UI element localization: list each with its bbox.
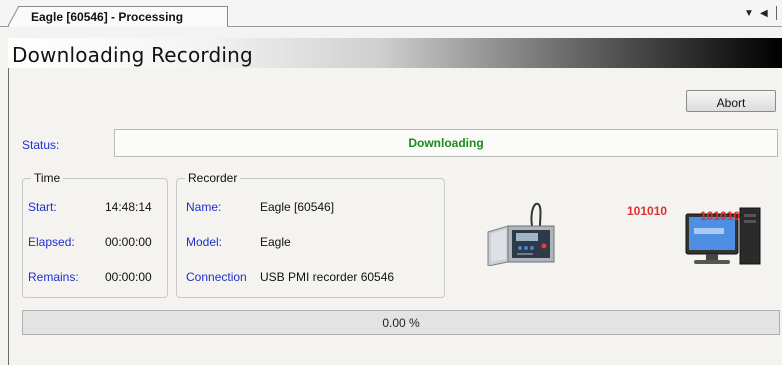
transfer-bits-right: 101010 [700, 209, 741, 223]
recorder-connection-value: USB PMI recorder 60546 [260, 270, 395, 284]
abort-button[interactable]: Abort [686, 90, 776, 112]
page-title: Downloading Recording [12, 43, 253, 67]
download-progress-bar: 0.00 % [22, 310, 780, 335]
start-label: Start: [28, 200, 57, 214]
remains-label: Remains: [28, 270, 79, 284]
progress-text: 0.00 % [382, 316, 420, 330]
recorder-device-icon [487, 202, 555, 266]
elapsed-value: 00:00:00 [105, 235, 152, 249]
tab-eagle-processing[interactable]: Eagle [60546] - Processing [8, 6, 228, 27]
recorder-group-legend: Recorder [185, 171, 241, 185]
recorder-name-label: Name: [186, 200, 222, 214]
tab-edge [8, 6, 20, 26]
time-group-legend: Time [31, 171, 64, 185]
scroll-left-icon[interactable]: ◀ [760, 8, 768, 19]
recorder-group: Recorder Name: Eagle [60546] Model: Eagl… [176, 171, 445, 298]
tab-strip-divider [776, 6, 777, 20]
recorder-connection-label: Connection [186, 270, 247, 284]
recorder-model-value: Eagle [260, 235, 291, 249]
status-box: Downloading [114, 129, 778, 157]
document-tab-strip: Eagle [60546] - Processing ▼ ◀ [0, 0, 782, 27]
time-group: Time Start: 14:48:14 Elapsed: 00:00:00 R… [22, 171, 168, 298]
elapsed-label: Elapsed: [28, 235, 75, 249]
remains-value: 00:00:00 [105, 270, 152, 284]
recorder-model-label: Model: [186, 235, 223, 249]
tab-label: Eagle [60546] - Processing [31, 10, 184, 24]
left-border [8, 68, 9, 365]
dropdown-arrow-icon[interactable]: ▼ [744, 8, 754, 19]
status-value: Downloading [408, 136, 484, 150]
start-value: 14:48:14 [105, 200, 152, 214]
status-label: Status: [22, 138, 60, 152]
recorder-name-value: Eagle [60546] [260, 200, 335, 214]
transfer-bits-left: 101010 [627, 204, 668, 218]
